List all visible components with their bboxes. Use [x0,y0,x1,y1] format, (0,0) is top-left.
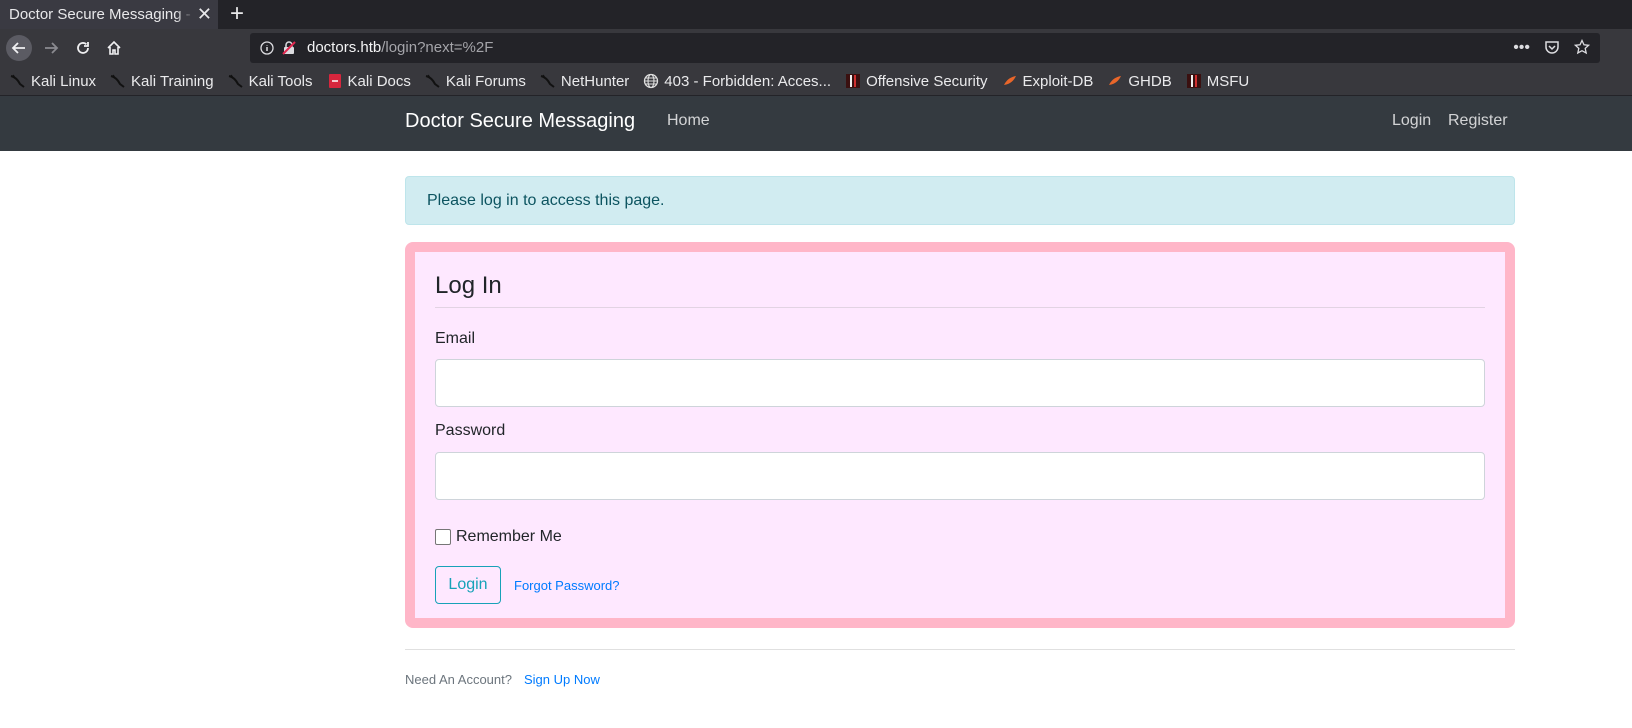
page-actions-icon[interactable]: ••• [1513,39,1530,60]
exploitdb-icon [1107,73,1123,89]
bookmark-label: GHDB [1128,72,1172,90]
bookmark-item[interactable]: GHDB [1107,72,1172,90]
bookmark-item[interactable]: MSFU [1186,72,1250,90]
reload-icon[interactable] [70,35,96,61]
bookmark-label: MSFU [1206,72,1250,90]
alert-message: Please log in to access this page. [427,191,665,209]
close-tab-icon[interactable]: ✕ [197,4,212,25]
browser-tab-bar: Doctor Secure Messaging - Login ✕ + [0,0,1632,29]
kali-dragon-icon [425,73,441,89]
bookmark-item[interactable]: Kali Docs [327,73,411,90]
bookmark-label: Kali Forums [445,72,526,90]
bookmark-item[interactable]: 403 - Forbidden: Acces... [643,73,831,90]
globe-icon [643,73,659,89]
remember-me-checkbox[interactable] [435,529,451,545]
kali-docs-icon [327,73,343,89]
bookmark-label: Offensive Security [866,72,988,90]
login-form-card: Log In Email Password Remember Me Login … [405,242,1515,628]
bookmark-label: Exploit-DB [1022,72,1094,90]
form-legend: Log In [435,272,1485,308]
exploitdb-icon [1002,73,1018,89]
bookmark-star-icon[interactable] [1573,38,1591,60]
info-alert: Please log in to access this page. [405,176,1515,225]
bookmark-item[interactable]: NetHunter [540,73,629,90]
remember-me-row: Remember Me [435,528,562,546]
bookmark-label: Kali Tools [248,72,313,90]
pocket-icon[interactable] [1544,39,1560,60]
kali-dragon-icon [10,73,26,89]
need-account-text: Need An Account? [405,672,512,687]
browser-toolbar: doctors.htb/login?next=%2F ••• [0,29,1632,67]
nav-register-link[interactable]: Register [1448,112,1508,130]
url-actions: ••• [1513,38,1591,60]
bookmarks-toolbar: Kali Linux Kali Training Kali Tools Kali… [0,67,1632,96]
footer-divider [405,649,1515,650]
remember-me-label[interactable]: Remember Me [456,528,562,546]
url-host: doctors.htb [307,39,382,56]
kali-dragon-icon [228,73,244,89]
url-text: doctors.htb/login?next=%2F [307,39,493,57]
tab-title: Doctor Secure Messaging - Login [9,6,194,23]
login-button[interactable]: Login [435,566,501,604]
bookmark-item[interactable]: Kali Forums [425,73,526,90]
forward-icon[interactable] [38,35,64,61]
bookmark-label: 403 - Forbidden: Acces... [664,72,832,90]
email-label: Email [435,330,476,347]
site-brand[interactable]: Doctor Secure Messaging [405,110,635,133]
home-icon[interactable] [101,35,127,61]
bookmark-label: Kali Docs [347,72,411,90]
kali-dragon-icon [540,73,556,89]
url-path: /login?next=%2F [381,39,494,56]
bookmark-label: NetHunter [560,72,630,90]
password-field[interactable] [435,452,1485,500]
info-icon[interactable] [259,40,275,56]
offsec-icon [1186,73,1202,89]
password-label: Password [435,422,506,439]
back-icon[interactable] [6,35,32,61]
new-tab-icon[interactable]: + [230,0,244,27]
bookmark-item[interactable]: Kali Linux [10,73,96,90]
site-navbar: Doctor Secure Messaging Home Login Regis… [0,96,1632,151]
nav-home-link[interactable]: Home [667,112,710,130]
kali-dragon-icon [110,73,126,89]
browser-tab[interactable]: Doctor Secure Messaging - Login ✕ [0,0,218,29]
offsec-icon [845,73,861,89]
sign-up-link[interactable]: Sign Up Now [524,672,600,687]
bookmark-item[interactable]: Offensive Security [845,72,988,90]
url-bar[interactable]: doctors.htb/login?next=%2F ••• [250,33,1600,63]
bookmark-item[interactable]: Kali Tools [228,73,313,90]
bookmark-label: Kali Training [131,72,214,90]
insecure-lock-icon [281,40,297,56]
bookmark-item[interactable]: Exploit-DB [1002,72,1094,90]
bookmark-label: Kali Linux [31,72,97,90]
bookmark-item[interactable]: Kali Training [110,73,214,90]
forgot-password-link[interactable]: Forgot Password? [514,578,620,593]
nav-login-link[interactable]: Login [1392,112,1431,130]
email-field[interactable] [435,359,1485,407]
